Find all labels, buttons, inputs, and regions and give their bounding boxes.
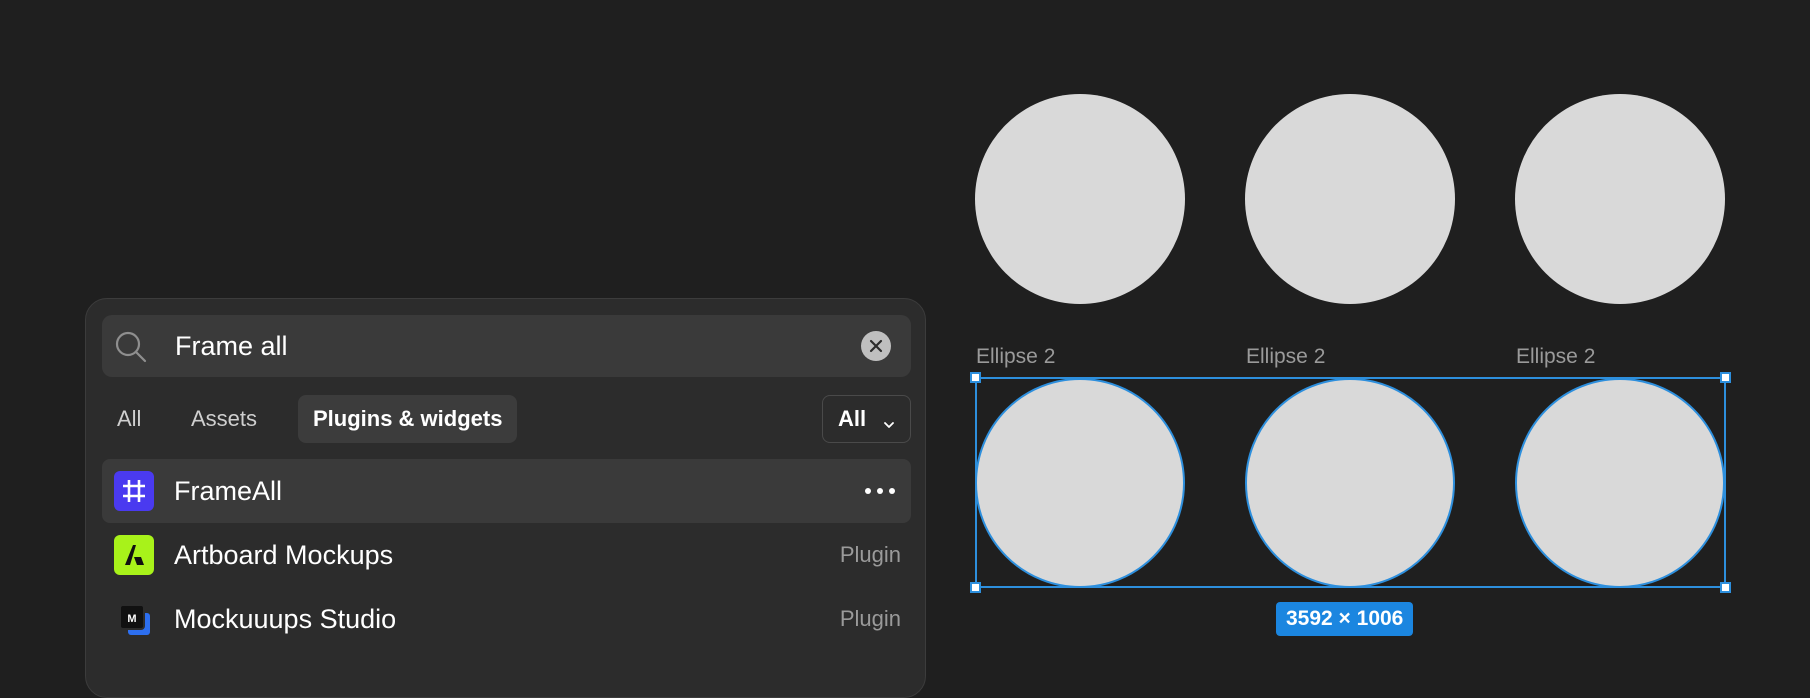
resize-handle-top-right[interactable] xyxy=(1720,372,1731,383)
artboard-mockups-logo-icon xyxy=(114,535,154,575)
ellipse-shape-selected[interactable] xyxy=(1245,378,1455,588)
list-item[interactable]: FrameAll xyxy=(102,459,911,523)
selection-dimensions-badge: 3592 × 1006 xyxy=(1276,602,1414,636)
list-item[interactable]: Artboard Mockups Plugin xyxy=(102,523,911,587)
clear-icon[interactable] xyxy=(861,331,891,361)
chevron-down-icon xyxy=(882,412,896,428)
result-name: Artboard Mockups xyxy=(174,540,394,570)
ellipse-shape[interactable] xyxy=(1515,94,1725,304)
mockuuups-studio-logo-icon: M xyxy=(114,599,154,639)
resize-handle-bottom-left[interactable] xyxy=(970,582,981,593)
resize-handle-top-left[interactable] xyxy=(970,372,981,383)
search-input[interactable] xyxy=(175,315,825,377)
filter-dropdown[interactable]: All xyxy=(822,395,911,443)
ellipse-shape-selected[interactable] xyxy=(1515,378,1725,588)
tab-all[interactable]: All xyxy=(102,395,156,443)
filter-selected-value: All xyxy=(838,406,867,431)
search-icon xyxy=(114,330,148,364)
layer-name-label: Ellipse 2 xyxy=(976,345,1056,368)
tab-plugins-widgets[interactable]: Plugins & widgets xyxy=(298,395,518,443)
result-name: Mockuuups Studio xyxy=(174,604,397,634)
result-name: FrameAll xyxy=(174,476,283,506)
layer-name-label: Ellipse 2 xyxy=(1246,345,1326,368)
resize-handle-bottom-right[interactable] xyxy=(1720,582,1731,593)
list-item[interactable]: M Mockuuups Studio Plugin xyxy=(102,587,911,651)
quick-actions-panel: All Assets Plugins & widgets All FrameA xyxy=(85,298,926,698)
category-tabs: All Assets Plugins & widgets All xyxy=(102,395,911,443)
layer-name-label: Ellipse 2 xyxy=(1516,345,1596,368)
ellipse-shape-selected[interactable] xyxy=(975,378,1185,588)
ellipse-shape[interactable] xyxy=(975,94,1185,304)
result-type-label: Plugin xyxy=(839,542,901,567)
search-bar[interactable] xyxy=(102,315,911,377)
result-type-label: Plugin xyxy=(839,606,901,631)
tab-assets[interactable]: Assets xyxy=(176,395,272,443)
ellipse-shape[interactable] xyxy=(1245,94,1455,304)
frameall-logo-icon xyxy=(114,471,154,511)
svg-text:M: M xyxy=(127,613,136,625)
more-icon[interactable] xyxy=(863,483,897,499)
